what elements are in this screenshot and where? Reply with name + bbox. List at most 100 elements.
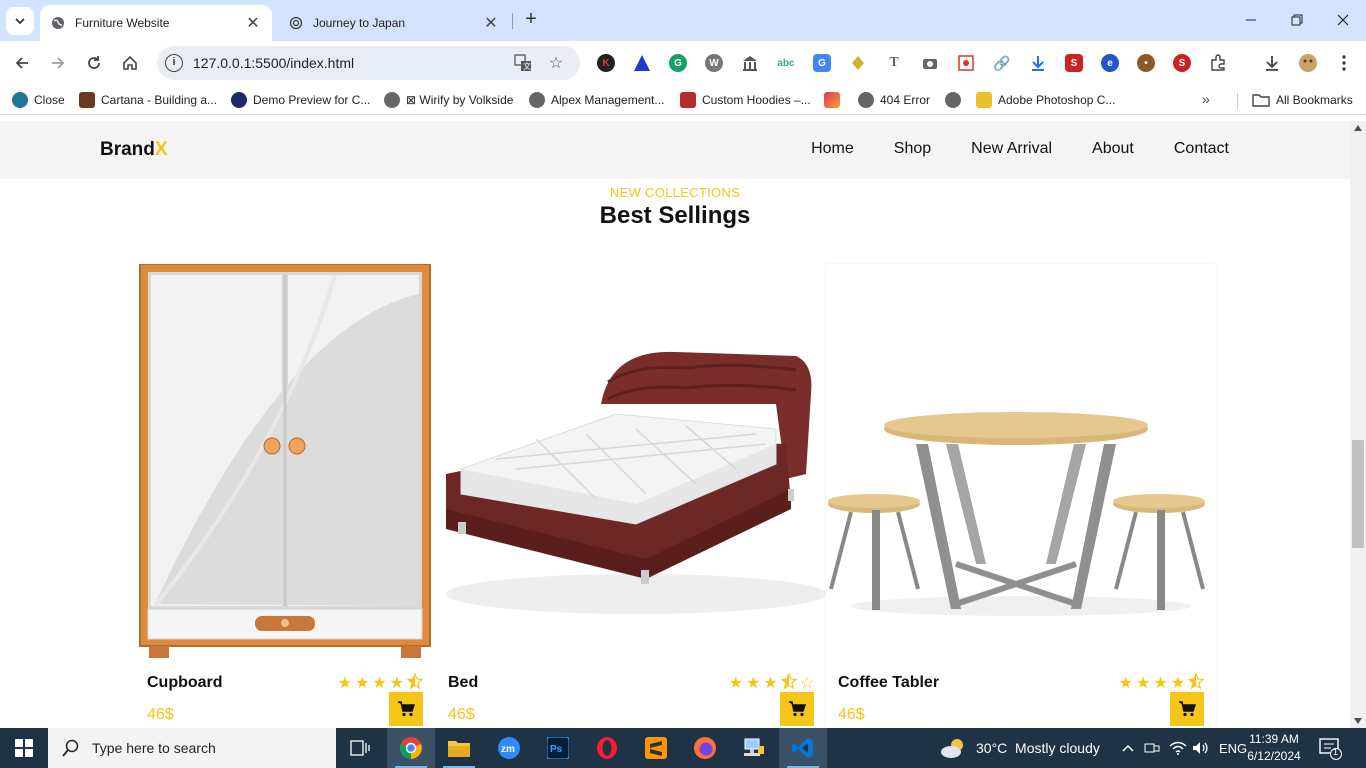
screen-capture-icon[interactable] bbox=[957, 54, 975, 72]
taskbar-search[interactable]: Type here to search bbox=[48, 728, 336, 768]
page-scrollbar[interactable] bbox=[1350, 121, 1366, 728]
minimize-button[interactable] bbox=[1228, 6, 1274, 34]
tab-journey-to-japan[interactable]: Journey to Japan ✕ bbox=[278, 5, 510, 41]
wifi-icon[interactable] bbox=[1169, 728, 1187, 768]
cupboard-image bbox=[139, 264, 431, 658]
link-icon[interactable]: 🔗 bbox=[993, 54, 1011, 72]
rating-stars: ★ ★ ★ ★ bbox=[338, 672, 424, 694]
product-name: Cupboard bbox=[147, 674, 223, 691]
chevron-down-icon bbox=[15, 18, 25, 25]
extension-diamond-icon[interactable] bbox=[849, 54, 867, 72]
nav-contact[interactable]: Contact bbox=[1174, 140, 1229, 158]
adobe-photoshop-icon bbox=[976, 92, 992, 108]
taskbar-chrome[interactable] bbox=[387, 728, 435, 768]
scroll-up-arrow-icon[interactable] bbox=[1354, 125, 1362, 131]
seo-extension-icon[interactable]: S bbox=[1065, 54, 1083, 72]
scroll-down-arrow-icon[interactable] bbox=[1354, 718, 1362, 724]
task-view-button[interactable] bbox=[336, 728, 384, 768]
nav-new-arrival[interactable]: New Arrival bbox=[971, 140, 1052, 158]
product-card[interactable]: Cupboard ★ ★ ★ ★ 46$ bbox=[135, 264, 435, 728]
wordpress-icon[interactable]: W bbox=[705, 54, 723, 72]
menu-dots-icon[interactable] bbox=[1332, 51, 1356, 75]
reload-icon bbox=[88, 56, 100, 69]
taskbar-zoom[interactable]: zm bbox=[485, 728, 533, 768]
bookmark-item[interactable]: Adobe Photoshop C... bbox=[976, 91, 1115, 109]
site-info-icon[interactable]: i bbox=[165, 54, 183, 72]
extension-globe-icon[interactable]: e bbox=[1101, 54, 1119, 72]
taskbar-vscode[interactable] bbox=[779, 728, 827, 768]
wordpress-icon bbox=[12, 92, 28, 108]
reload-button[interactable] bbox=[80, 49, 108, 77]
address-bar[interactable]: i 127.0.0.1:5500/index.html 文 ☆ bbox=[157, 46, 580, 80]
extensions-puzzle-icon[interactable] bbox=[1206, 51, 1230, 75]
bookmark-item[interactable]: Close bbox=[12, 91, 65, 109]
nav-about[interactable]: About bbox=[1092, 140, 1134, 158]
grammarly-icon[interactable]: G bbox=[669, 54, 687, 72]
more-bookmarks-chevron-icon[interactable]: » bbox=[1202, 91, 1210, 107]
extension-bank-icon[interactable] bbox=[741, 54, 759, 72]
tray-device-icon[interactable] bbox=[1144, 728, 1160, 768]
camera-icon[interactable] bbox=[921, 54, 939, 72]
download-extension-icon[interactable] bbox=[1029, 54, 1047, 72]
bookmark-item[interactable]: ⊠ Wirify by Volkside bbox=[384, 91, 513, 109]
nav-home[interactable]: Home bbox=[811, 140, 854, 158]
extension-triangle-icon[interactable] bbox=[633, 54, 651, 72]
close-window-button[interactable] bbox=[1320, 6, 1366, 34]
start-button[interactable] bbox=[0, 728, 48, 768]
add-to-cart-button[interactable] bbox=[780, 692, 814, 726]
add-to-cart-button[interactable] bbox=[1170, 692, 1204, 726]
tab-furniture-website[interactable]: Furniture Website ✕ bbox=[40, 5, 272, 41]
bookmark-item[interactable] bbox=[824, 91, 846, 109]
taskbar-file-explorer[interactable] bbox=[435, 728, 483, 768]
language-indicator[interactable]: ENG bbox=[1219, 728, 1247, 768]
weather-widget[interactable]: 30°C Mostly cloudy bbox=[940, 728, 1100, 768]
volume-icon[interactable] bbox=[1192, 728, 1210, 768]
forward-button[interactable] bbox=[44, 49, 72, 77]
system-clock[interactable]: 11:39 AM 6/12/2024 bbox=[1244, 731, 1304, 765]
brand-main-text: Brand bbox=[100, 139, 155, 160]
new-tab-button[interactable]: + bbox=[520, 9, 542, 31]
bookmark-item[interactable]: Alpex Management... bbox=[529, 91, 664, 109]
bookmark-item[interactable] bbox=[945, 91, 967, 109]
show-hidden-icons-button[interactable] bbox=[1122, 728, 1134, 768]
extension-s-icon[interactable]: S bbox=[1173, 54, 1191, 72]
search-placeholder: Type here to search bbox=[92, 740, 216, 756]
close-tab-icon[interactable]: ✕ bbox=[482, 14, 500, 32]
bookmark-item[interactable]: Custom Hoodies –... bbox=[680, 91, 811, 109]
translate-icon[interactable]: 文 bbox=[513, 53, 533, 73]
nav-shop[interactable]: Shop bbox=[894, 140, 931, 158]
all-bookmarks-button[interactable]: All Bookmarks bbox=[1252, 91, 1353, 109]
cookie-icon[interactable]: • bbox=[1137, 54, 1155, 72]
taskbar-photoshop[interactable]: Ps bbox=[534, 728, 582, 768]
scrollbar-thumb[interactable] bbox=[1352, 440, 1364, 548]
google-translate-icon[interactable]: G bbox=[813, 54, 831, 72]
downloads-icon[interactable] bbox=[1260, 51, 1284, 75]
close-tab-icon[interactable]: ✕ bbox=[244, 14, 262, 32]
product-card[interactable]: Coffee Tabler ★ ★ ★ ★ 46$ bbox=[826, 264, 1216, 728]
notification-center-button[interactable]: 1 bbox=[1318, 736, 1342, 760]
back-button[interactable] bbox=[8, 49, 36, 77]
add-to-cart-button[interactable] bbox=[389, 692, 423, 726]
product-card[interactable]: Bed ★ ★ ★ ☆ 46$ bbox=[436, 264, 826, 728]
taskbar-firefox[interactable] bbox=[681, 728, 729, 768]
product-price: 46$ bbox=[838, 706, 865, 723]
extension-text-icon[interactable]: T bbox=[885, 54, 903, 72]
extension-k-icon[interactable]: K bbox=[597, 54, 615, 72]
zoom-icon: zm bbox=[498, 737, 520, 759]
taskbar-network-app[interactable] bbox=[730, 728, 778, 768]
shopping-cart-icon bbox=[398, 701, 415, 717]
restore-button[interactable] bbox=[1274, 6, 1320, 34]
profile-avatar[interactable] bbox=[1296, 51, 1320, 75]
home-button[interactable] bbox=[116, 49, 144, 77]
extension-abc-icon[interactable]: abc bbox=[777, 54, 795, 72]
bookmark-item[interactable]: Cartana - Building a... bbox=[79, 91, 217, 109]
taskbar-opera[interactable] bbox=[583, 728, 631, 768]
bookmark-item[interactable]: 404 Error bbox=[858, 91, 930, 109]
folder-icon bbox=[1252, 94, 1270, 107]
brand-logo[interactable]: BrandX bbox=[100, 139, 168, 161]
bookmark-star-icon[interactable]: ☆ bbox=[546, 53, 566, 73]
taskbar-sublime-text[interactable] bbox=[632, 728, 680, 768]
tab-search-button[interactable] bbox=[6, 7, 34, 35]
url-text[interactable]: 127.0.0.1:5500/index.html bbox=[193, 55, 354, 71]
bookmark-item[interactable]: Demo Preview for C... bbox=[231, 91, 370, 109]
